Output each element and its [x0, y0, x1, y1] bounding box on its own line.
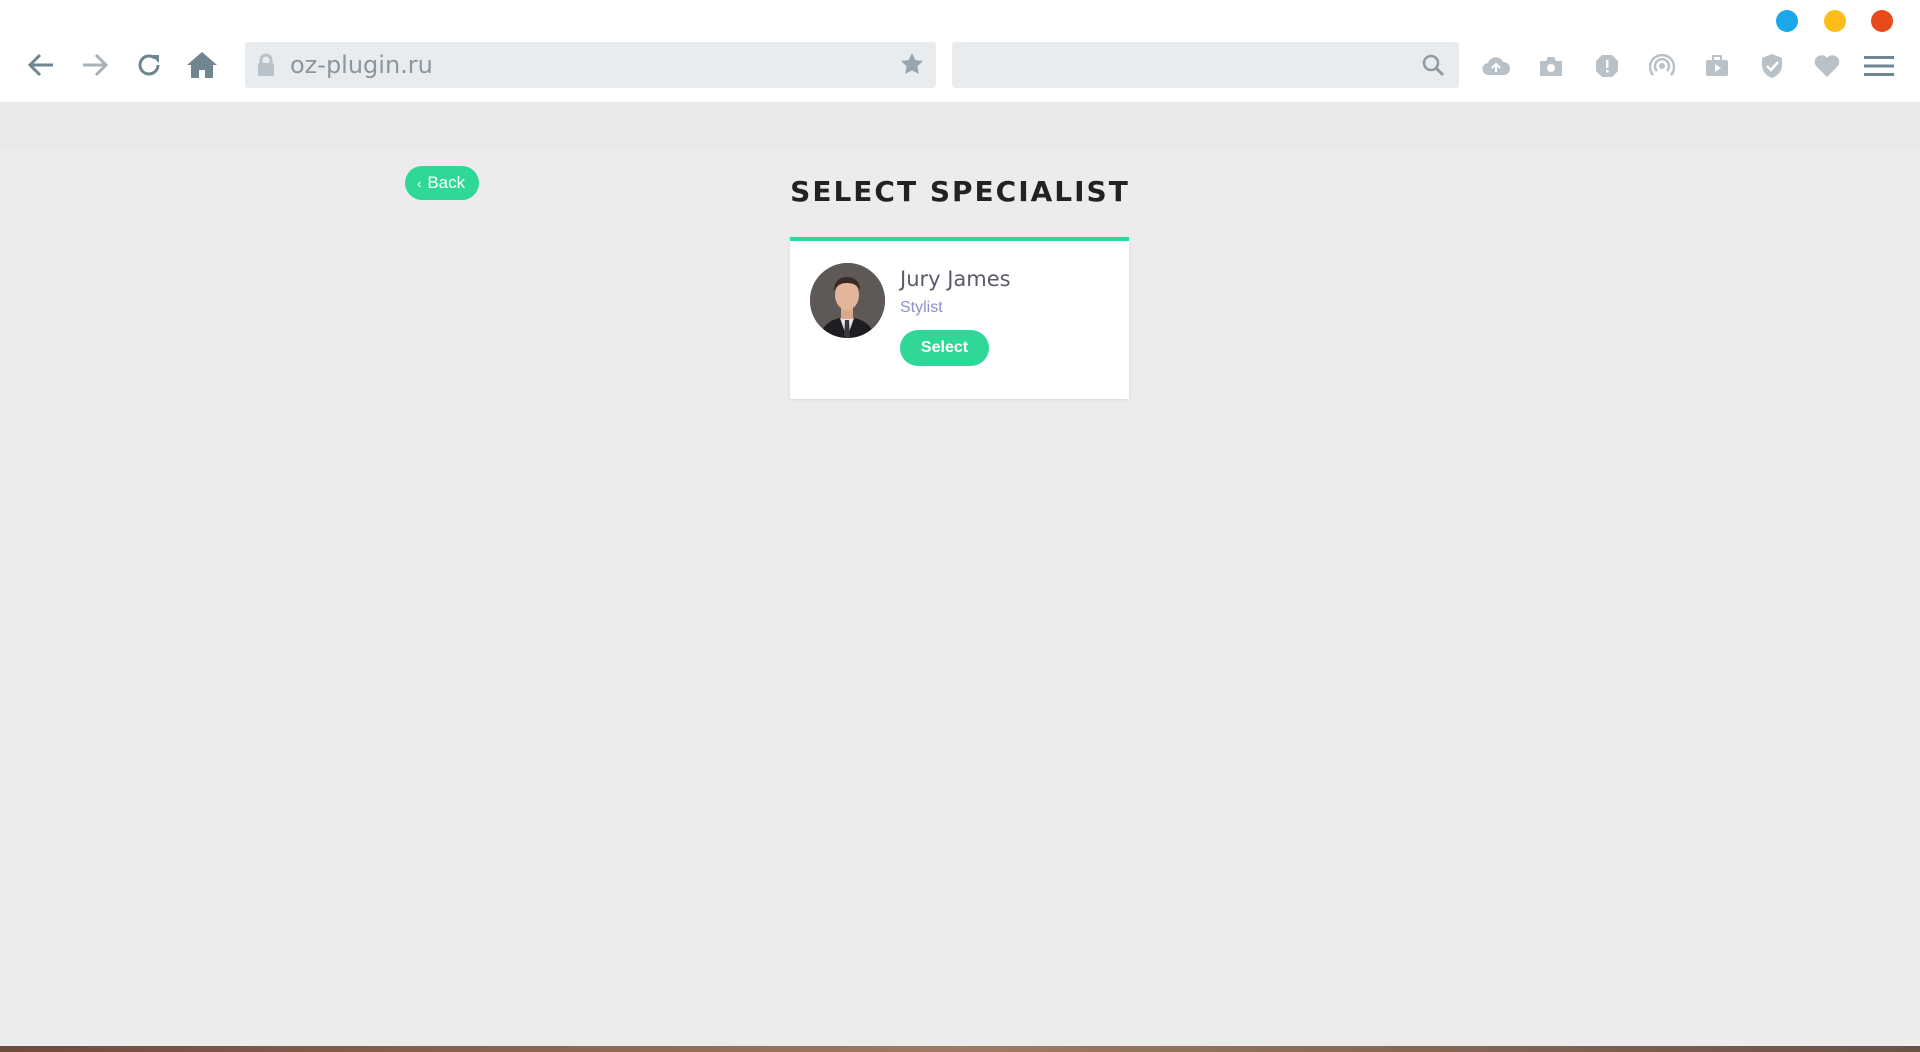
heart-icon[interactable] — [1812, 51, 1842, 81]
reload-icon[interactable] — [132, 48, 166, 82]
url-text: oz-plugin.ru — [290, 51, 433, 79]
avatar — [810, 263, 885, 338]
video-icon[interactable] — [1702, 51, 1732, 81]
home-icon[interactable] — [185, 48, 219, 82]
page-header-bar — [0, 102, 1920, 148]
window-close-button[interactable] — [1871, 10, 1893, 32]
search-icon[interactable] — [1421, 53, 1445, 82]
specialist-role: Stylist — [900, 299, 943, 316]
cloud-upload-icon[interactable] — [1481, 51, 1511, 81]
desktop-background-strip — [0, 1046, 1920, 1052]
page-title: SELECT SPECIALIST — [790, 175, 1130, 208]
select-button[interactable]: Select — [900, 330, 989, 366]
address-bar[interactable]: oz-plugin.ru — [245, 42, 936, 88]
shield-check-icon[interactable] — [1757, 51, 1787, 81]
menu-icon[interactable] — [1864, 51, 1894, 81]
lock-icon — [256, 53, 276, 82]
window-minimize-button[interactable] — [1776, 10, 1798, 32]
broadcast-icon[interactable] — [1647, 51, 1677, 81]
window-maximize-button[interactable] — [1824, 10, 1846, 32]
browser-toolbar: oz-plugin.ru — [0, 0, 1920, 102]
specialist-name: Jury James — [900, 267, 1011, 291]
back-arrow-icon[interactable] — [24, 48, 58, 82]
bookmark-star-icon[interactable] — [900, 52, 924, 81]
search-input[interactable] — [952, 42, 1459, 88]
forward-arrow-icon[interactable] — [78, 48, 112, 82]
specialist-card: Jury James Stylist Select — [790, 237, 1129, 399]
camera-icon[interactable] — [1536, 51, 1566, 81]
alert-icon[interactable] — [1592, 51, 1622, 81]
